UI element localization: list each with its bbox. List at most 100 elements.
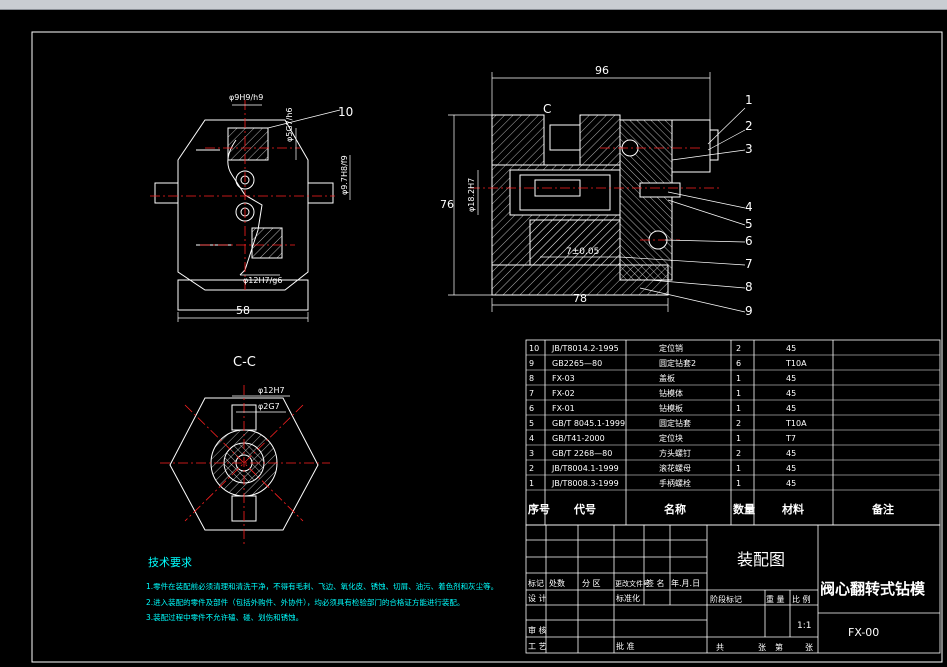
bom-cell-qty: 2 <box>736 449 741 458</box>
bom-cell-name: 圆定钻套 <box>659 418 691 428</box>
bom-cell-qty: 2 <box>736 419 741 428</box>
bom-cell-material: 45 <box>786 389 796 398</box>
bom-cell-seq: 2 <box>529 464 534 473</box>
title-block-weight: 重 量 <box>766 594 785 604</box>
title-block-design: 设 计 <box>528 593 547 603</box>
callout-4: 4 <box>745 200 753 214</box>
title-block-approve: 批 准 <box>616 641 635 651</box>
side-view-tolerance-dim: 7±0.05 <box>566 247 599 257</box>
cad-drawing-canvas[interactable]: 58 φ9H9/h9 φ5G7/h6 φ9.7H8/f9 φ12H7/g6 10 <box>0 10 947 667</box>
front-view-fit-top: φ9H9/h9 <box>229 93 263 102</box>
title-block-process: 工 艺 <box>528 642 547 651</box>
side-view-handle-nut <box>671 119 711 173</box>
drawing-number: FX-00 <box>848 626 879 639</box>
bom-cell-seq: 8 <box>529 374 534 383</box>
bom-cell-material: 45 <box>786 344 796 353</box>
bom-cell-material: T10A <box>785 419 807 428</box>
bom-cell-code: JB/T8004.1-1999 <box>551 464 619 473</box>
front-view-slot-right <box>307 182 334 204</box>
tech-note-3: 3.装配过程中零件不允许磕、碰、划伤和锈蚀。 <box>146 612 303 622</box>
bom-cell-qty: 1 <box>736 404 741 413</box>
bom-cell-code: JB/T8008.3-1999 <box>551 479 619 488</box>
bom-cell-name: 钻模板 <box>659 403 683 413</box>
side-view-lower-block <box>529 219 621 266</box>
tech-notes-title: 技术要求 <box>148 556 192 569</box>
title-block-sign: 签 名 <box>646 578 665 588</box>
title-block-sheet-no: 第 <box>775 642 783 652</box>
title-block-total: 共 <box>716 643 724 652</box>
drawing-title: 阀心翻转式钻模 <box>820 580 926 598</box>
bom-cell-code: FX-01 <box>552 404 575 413</box>
bom-cell-code: FX-03 <box>552 374 575 383</box>
bom-cell-name: 盖板 <box>659 373 675 383</box>
section-view-fit-inner: φ2G7 <box>258 402 280 411</box>
tech-note-2: 2.进入装配的零件及部件（包括外购件、外协件），均必须具有检验部门的合格证方能进… <box>146 597 464 607</box>
bom-cell-seq: 10 <box>529 344 539 353</box>
bom-header-remark: 备注 <box>871 502 894 516</box>
bom-header-material: 材料 <box>782 502 804 516</box>
bom-cell-qty: 1 <box>736 434 741 443</box>
bom-cell-material: 45 <box>786 374 796 383</box>
bom-cell-code: GB2265—80 <box>552 359 602 368</box>
bom-cell-qty: 1 <box>736 374 741 383</box>
title-block-standardize: 标准化 <box>616 593 640 603</box>
title-block-sheets2: 张 <box>805 643 813 652</box>
bom-cell-name: 圆定钻套2 <box>659 358 696 368</box>
title-block-zone: 分 区 <box>582 579 601 588</box>
bom-cell-seq: 3 <box>529 449 534 458</box>
side-view-slot <box>549 124 581 151</box>
bom-cell-material: T7 <box>785 434 796 443</box>
callout-10: 10 <box>338 105 353 119</box>
title-block-sheets: 张 <box>758 643 766 652</box>
bom-rows: 10 JB/T8014.2-1995 定位销 2 459 GB2265—80 圆定钻套2 6 T… <box>526 343 940 516</box>
bom-cell-material: 45 <box>786 404 796 413</box>
bom-cell-name: 手柄螺栓 <box>659 478 691 488</box>
title-block-date: 年.月.日 <box>671 578 700 588</box>
window-title-bar <box>0 0 947 10</box>
front-view-hatch-top <box>227 127 269 161</box>
title-block-stage-mark: 阶段标记 <box>710 594 742 604</box>
bom-cell-code: JB/T8014.2-1995 <box>551 344 619 353</box>
front-view-fit-mid: φ9.7H8/f9 <box>340 155 349 195</box>
callout-1: 1 <box>745 93 753 107</box>
bom-cell-code: GB/T 2268—80 <box>552 449 612 458</box>
bom-cell-name: 定位销 <box>659 343 683 353</box>
bom-cell-code: FX-02 <box>552 389 575 398</box>
side-view-width-top-dim: 96 <box>595 64 609 77</box>
bom-cell-code: GB/T 8045.1-1999 <box>552 419 625 428</box>
drawing-subtitle: 装配图 <box>737 550 785 569</box>
bom-cell-seq: 9 <box>529 359 534 368</box>
side-view-upper-mid-block <box>579 114 621 166</box>
tech-note-1: 1.零件在装配前必须清理和清洗干净，不得有毛刺、飞边、氧化皮、锈蚀、切屑、油污、… <box>146 581 498 591</box>
bom-cell-qty: 1 <box>736 389 741 398</box>
bom-cell-material: T10A <box>785 359 807 368</box>
bom-cell-material: 45 <box>786 464 796 473</box>
bom-cell-material: 45 <box>786 479 796 488</box>
section-view-label: C-C <box>233 355 256 370</box>
section-view-fit-outer: φ12H7 <box>258 386 285 395</box>
callout-3: 3 <box>745 142 753 156</box>
callout-6: 6 <box>745 234 753 248</box>
side-view-bore-dim: φ18.2H7 <box>467 178 476 212</box>
side-view-base-plate <box>491 264 669 296</box>
bom-cell-name: 钻模体 <box>659 388 683 398</box>
bom-cell-seq: 4 <box>529 434 534 443</box>
side-view-height-dim: 76 <box>440 198 454 211</box>
bom-cell-seq: 1 <box>529 479 534 488</box>
front-view-slot-left <box>154 182 179 204</box>
side-view-screw <box>639 182 681 198</box>
bom-cell-seq: 5 <box>529 419 534 428</box>
bom-header-seq: 序号 <box>528 502 550 516</box>
bom-cell-seq: 7 <box>529 389 534 398</box>
callout-2: 2 <box>745 119 753 133</box>
bom-cell-qty: 6 <box>736 359 741 368</box>
title-block-change-no: 更改文件号 <box>615 579 650 588</box>
bom-cell-material: 45 <box>786 449 796 458</box>
bom-header-code: 代号 <box>573 502 596 516</box>
title-block-check: 审 核 <box>528 625 547 635</box>
bom-cell-qty: 2 <box>736 344 741 353</box>
bom-cell-qty: 1 <box>736 479 741 488</box>
front-view-width-dim: 58 <box>236 304 250 317</box>
callout-9: 9 <box>745 304 753 318</box>
callout-5: 5 <box>745 217 753 231</box>
